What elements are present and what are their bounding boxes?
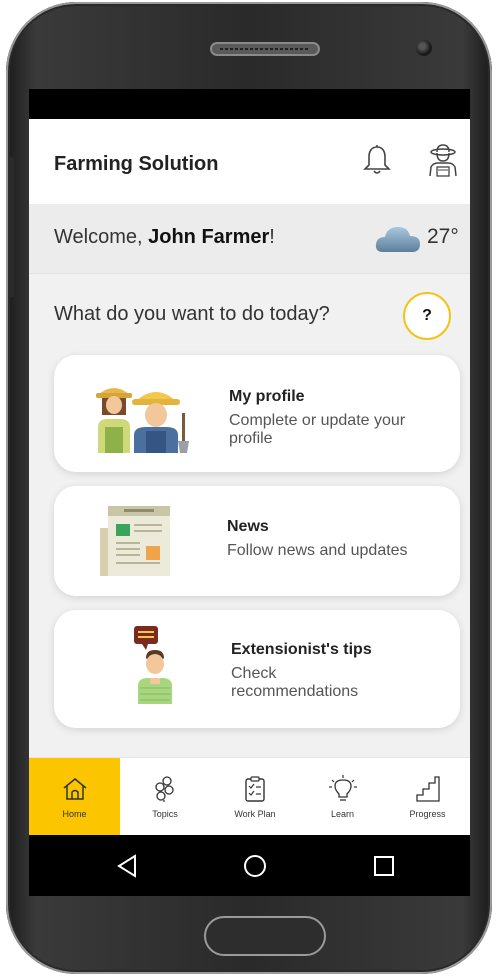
home-icon <box>63 778 86 800</box>
help-button[interactable]: ? <box>403 292 451 340</box>
status-bar <box>29 89 470 119</box>
earpiece-speaker <box>210 42 320 56</box>
cloud-icon <box>375 227 420 252</box>
nav-label: Learn <box>330 809 355 819</box>
farmer-icon[interactable] <box>426 143 460 177</box>
app-screen: Farming Solution Welcome, John Farmer! 2… <box>29 89 470 896</box>
bottom-navigation: Home Topics Work Plan Learn Progress <box>29 757 470 836</box>
topics-icon <box>155 776 174 802</box>
back-icon[interactable] <box>115 853 141 879</box>
card-extensionist-tips[interactable]: Extensionist's tips Check recommendation… <box>54 610 460 728</box>
clipboard-icon <box>245 776 265 802</box>
temperature: 27° <box>427 225 459 248</box>
recent-apps-icon[interactable] <box>371 853 397 879</box>
user-name: John Farmer <box>148 226 270 248</box>
newspaper-illustration <box>100 506 170 576</box>
hardware-home-button[interactable] <box>204 916 326 956</box>
welcome-bar: Welcome, John Farmer! 27° <box>29 204 470 274</box>
card-title: My profile <box>229 388 305 405</box>
card-description: Follow news and updates <box>227 542 408 559</box>
lightbulb-icon <box>328 775 357 801</box>
nav-item-topics[interactable]: Topics <box>120 758 210 836</box>
card-description: Check recommendations <box>231 665 359 700</box>
extensionist-illustration <box>134 626 172 704</box>
card-my-profile[interactable]: My profile Complete or update your profi… <box>54 355 460 472</box>
stairs-icon <box>415 776 440 802</box>
nav-label: Home <box>62 809 87 819</box>
card-title: Extensionist's tips <box>231 641 372 658</box>
welcome-message: Welcome, John Farmer! <box>54 226 275 248</box>
nav-item-work-plan[interactable]: Work Plan <box>210 758 300 836</box>
farmers-illustration <box>96 388 189 453</box>
nav-item-progress[interactable]: Progress <box>385 758 470 836</box>
app-title: Farming Solution <box>54 153 219 175</box>
nav-item-learn[interactable]: Learn <box>300 758 385 836</box>
card-news[interactable]: News Follow news and updates <box>54 486 460 596</box>
nav-label: Progress <box>409 809 446 819</box>
system-navigation-bar <box>29 835 470 896</box>
nav-label: Work Plan <box>234 809 276 819</box>
home-circle-icon[interactable] <box>242 853 268 879</box>
card-title: News <box>227 518 269 535</box>
prompt-question: What do you want to do today? <box>54 303 330 325</box>
nav-label: Topics <box>152 809 178 819</box>
front-camera <box>416 40 432 56</box>
nav-item-home[interactable]: Home <box>29 758 120 836</box>
app-header: Farming Solution <box>29 119 470 204</box>
bell-icon[interactable] <box>362 144 392 176</box>
side-button <box>8 157 14 297</box>
card-description: Complete or update your profile <box>229 412 406 447</box>
